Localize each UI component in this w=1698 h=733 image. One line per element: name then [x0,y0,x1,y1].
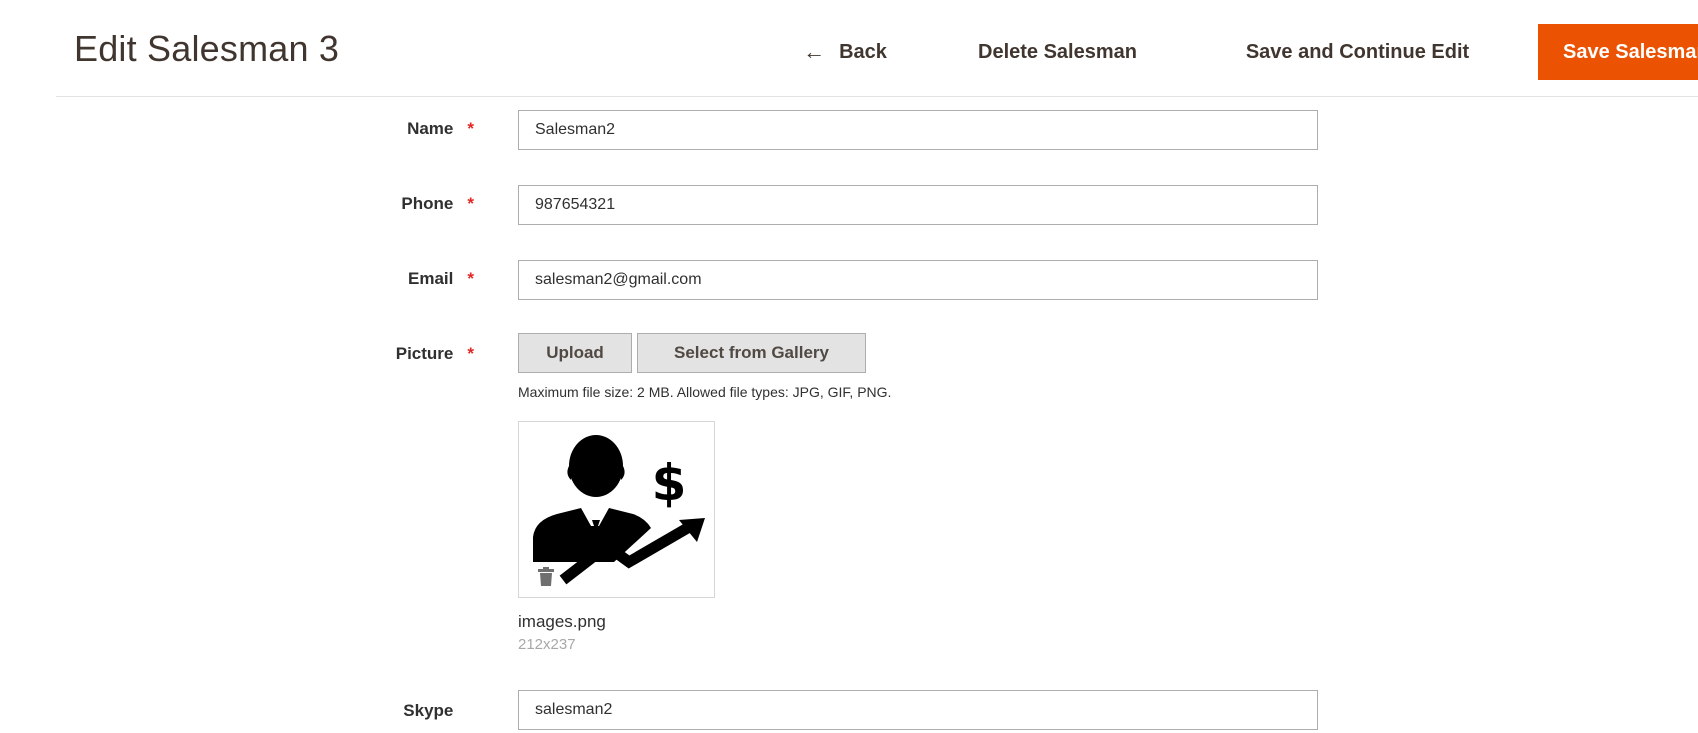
file-name: images.png [518,612,606,631]
required-marker: * [467,269,474,288]
svg-text:$: $ [652,454,687,512]
file-dimensions: 212x237 [518,636,576,653]
back-button[interactable]: ← Back [790,24,900,80]
image-preview[interactable]: $ [518,421,715,598]
phone-label-text: Phone [401,194,454,213]
delete-salesman-button[interactable]: Delete Salesman [955,24,1160,80]
email-label-text: Email [408,269,454,288]
file-requirements-note: Maximum file size: 2 MB. Allowed file ty… [518,384,892,400]
required-marker: * [467,119,474,138]
required-marker: * [467,194,474,213]
skype-label-text: Skype [403,701,454,720]
name-input[interactable] [518,110,1318,150]
picture-label-text: Picture [395,344,454,363]
name-label: Name * [274,119,474,139]
skype-label: Skype* [274,701,474,721]
email-input[interactable] [518,260,1318,300]
phone-label: Phone * [274,194,474,214]
upload-button[interactable]: Upload [518,333,632,373]
back-label: Back [839,40,887,63]
save-salesman-button[interactable]: Save Salesman [1538,24,1698,80]
arrow-left-icon: ← [803,39,826,64]
picture-label: Picture * [274,344,474,364]
email-label: Email * [274,269,474,289]
phone-input[interactable] [518,185,1318,225]
page-actions: ← Back Delete Salesman Save and Continue… [0,24,1698,80]
edit-salesman-page: Edit Salesman 3 ← Back Delete Salesman S… [0,0,1698,733]
name-label-text: Name [407,119,454,138]
select-from-gallery-button[interactable]: Select from Gallery [637,333,866,373]
header-divider [56,96,1698,97]
required-marker: * [467,344,474,363]
save-and-continue-button[interactable]: Save and Continue Edit [1215,24,1500,80]
skype-input[interactable] [518,690,1318,730]
